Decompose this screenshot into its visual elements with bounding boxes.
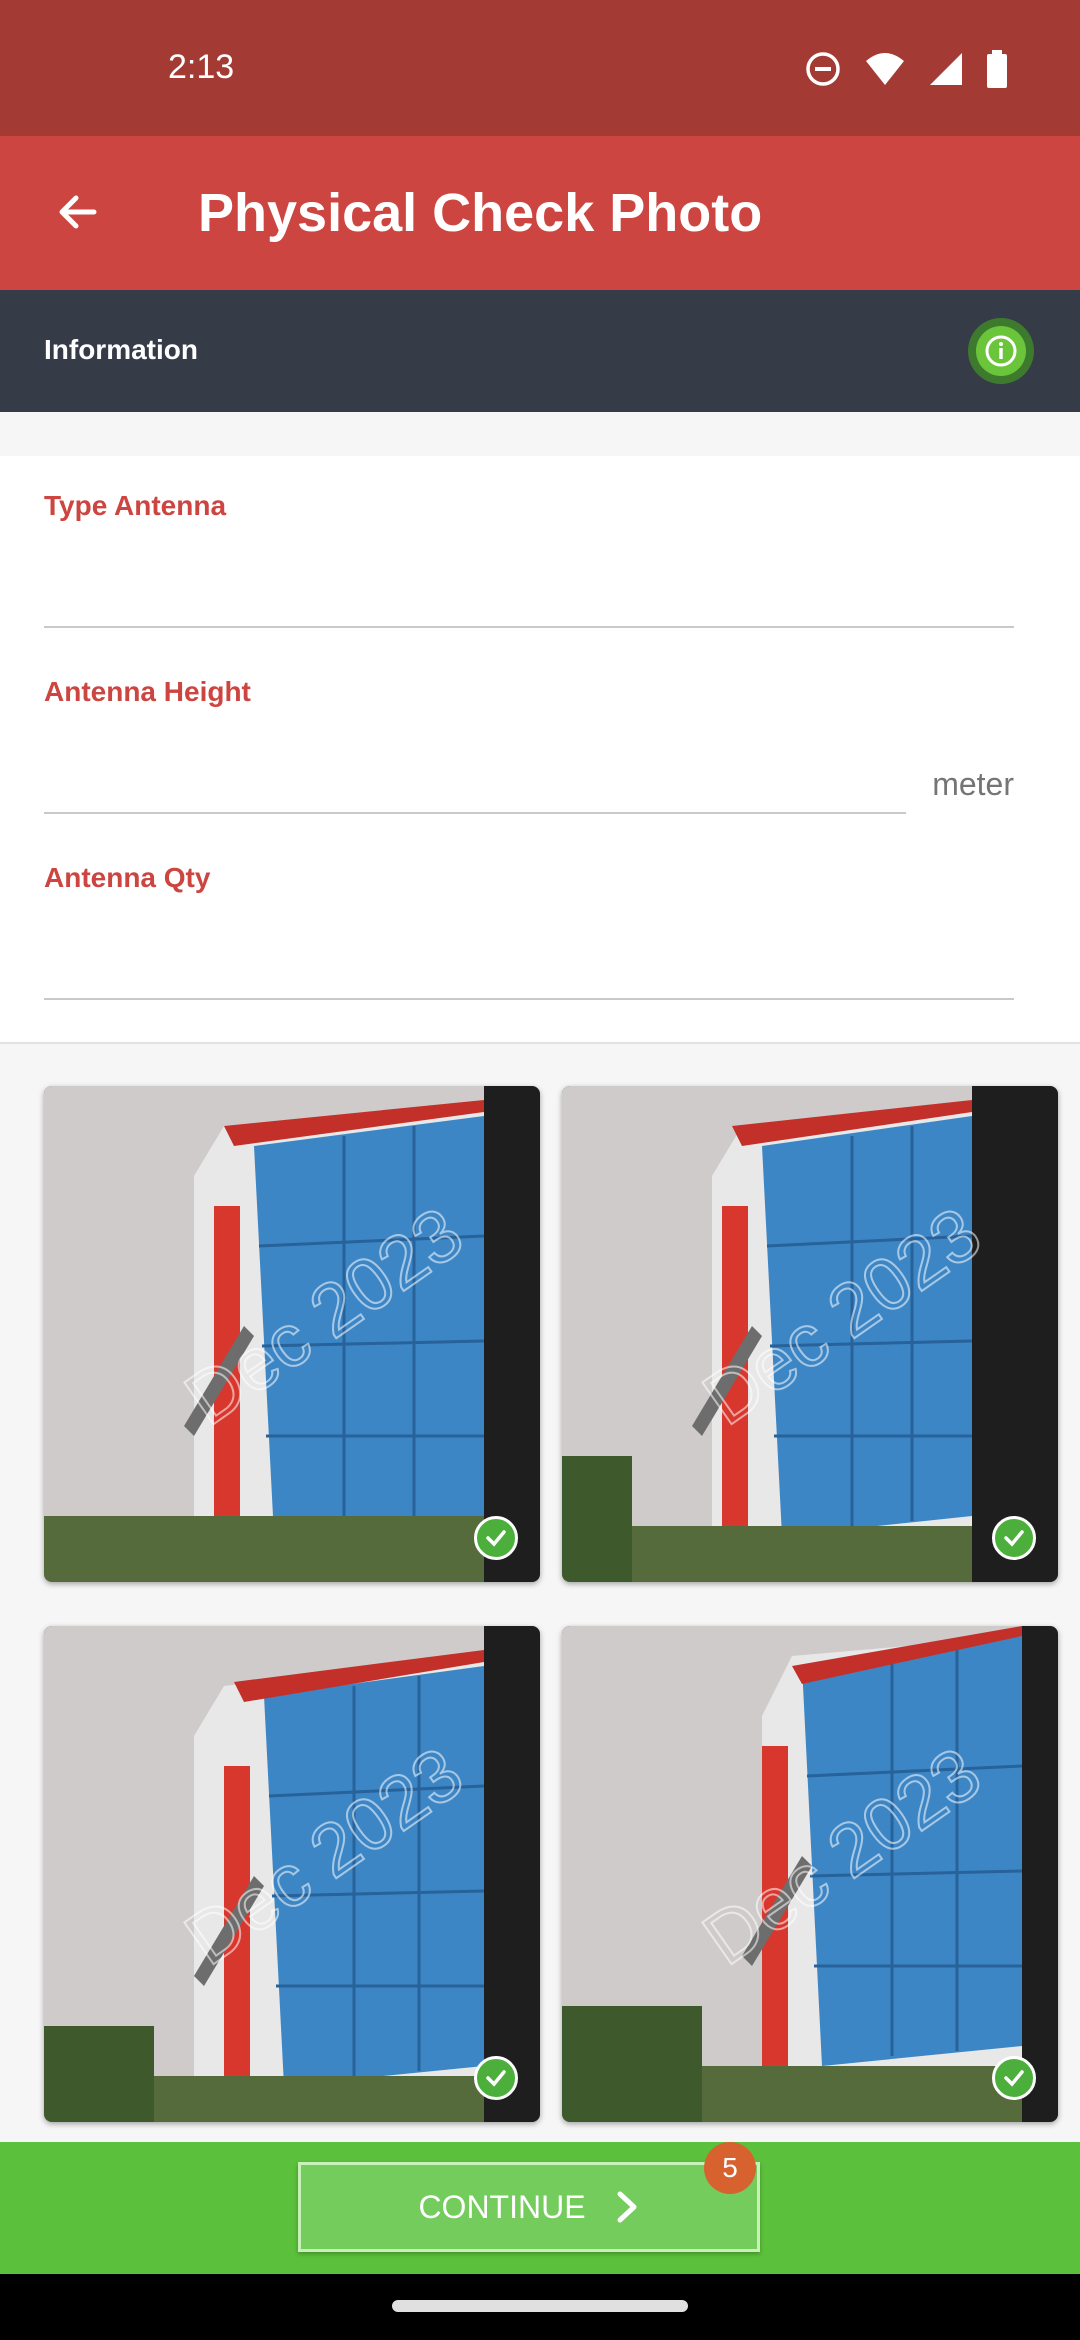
information-bar: Information <box>0 290 1080 412</box>
photo-thumbnail[interactable]: Dec 2023 <box>44 1626 540 2122</box>
building-photo: Dec 2023 <box>44 1086 540 1582</box>
bottom-action-bar: CONTINUE 5 <box>0 2142 1080 2274</box>
building-photo: Dec 2023 <box>562 1086 1058 1582</box>
chevron-right-icon <box>617 2191 637 2223</box>
app-bar: Physical Check Photo <box>0 136 1080 290</box>
count-badge: 5 <box>704 2142 756 2194</box>
check-badge <box>992 2056 1036 2100</box>
photo-thumbnail[interactable]: Dec 2023 <box>562 1086 1058 1582</box>
antenna-qty-field[interactable] <box>44 998 1014 1000</box>
building-photo: Dec 2023 <box>44 1626 540 2122</box>
photo-thumbnail[interactable]: Dec 2023 <box>44 1086 540 1582</box>
status-time: 2:13 <box>168 48 235 86</box>
continue-button[interactable]: CONTINUE <box>298 2162 760 2252</box>
antenna-height-unit: meter <box>932 766 1014 802</box>
info-button[interactable] <box>968 318 1034 384</box>
system-nav-bar <box>0 2274 1080 2340</box>
back-button[interactable] <box>42 176 114 248</box>
checkmark-icon <box>1004 2070 1024 2087</box>
do-not-disturb-icon <box>806 52 840 86</box>
continue-label: CONTINUE <box>418 2188 586 2225</box>
check-badge <box>474 1516 518 1560</box>
building-photo: Dec 2023 <box>562 1626 1058 2122</box>
checkmark-icon <box>486 1530 506 1547</box>
information-label: Information <box>44 334 198 365</box>
status-icons <box>804 50 1008 88</box>
status-bar: 2:13 <box>0 0 1080 136</box>
photo-grid: Dec 2023 Dec 2023 Dec 2023 Dec 2023 <box>0 1086 1080 2142</box>
antenna-qty-label: Antenna Qty <box>44 862 211 893</box>
antenna-height-field[interactable] <box>44 812 906 814</box>
type-antenna-field[interactable] <box>44 626 1014 628</box>
type-antenna-label: Type Antenna <box>44 490 227 521</box>
info-icon <box>985 335 1017 367</box>
check-badge <box>474 2056 518 2100</box>
signal-icon <box>930 53 962 85</box>
checkmark-icon <box>1004 1530 1024 1547</box>
photo-thumbnail[interactable]: Dec 2023 <box>562 1626 1058 2122</box>
check-badge <box>992 1516 1036 1560</box>
home-gesture-handle[interactable] <box>392 2300 688 2312</box>
battery-icon <box>987 50 1007 88</box>
checkmark-icon <box>486 2070 506 2087</box>
antenna-height-label: Antenna Height <box>44 676 251 707</box>
antenna-form: Type Antenna Antenna Height meter Antenn… <box>0 456 1080 1044</box>
arrow-back-icon <box>59 195 97 229</box>
page-title: Physical Check Photo <box>198 183 763 243</box>
wifi-icon <box>866 53 904 85</box>
